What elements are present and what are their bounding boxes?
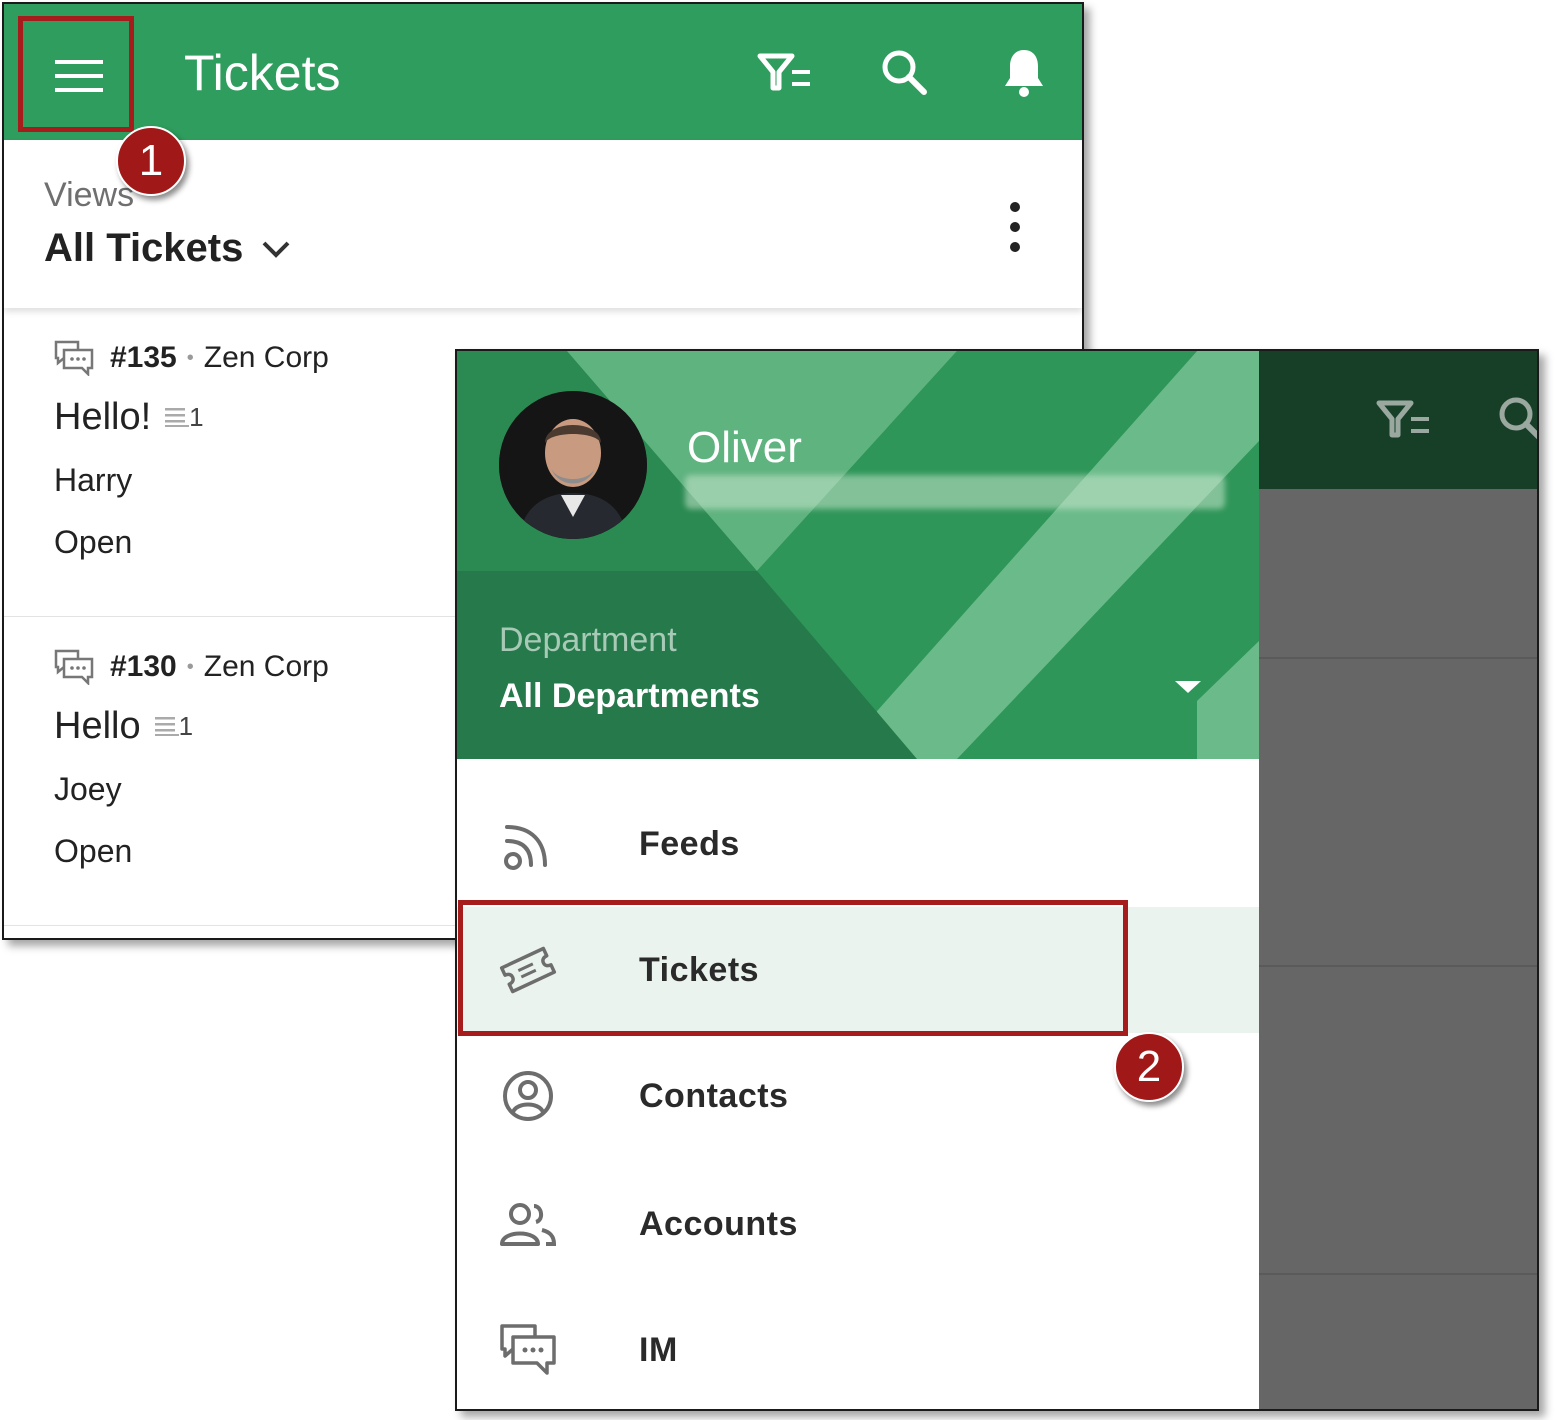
nav-item-feeds[interactable]: Feeds [457, 781, 1259, 907]
nav-label: IM [639, 1330, 678, 1369]
chevron-down-icon [262, 241, 290, 258]
chat-icon [54, 340, 94, 376]
app-bar: Tickets [4, 4, 1082, 140]
ticket-id: #135 [110, 341, 177, 374]
search-button[interactable] [876, 44, 932, 100]
drawer-header: Oliver Department All Departments [457, 351, 1259, 759]
user-name: Oliver [687, 423, 802, 472]
nav-label: Feeds [639, 824, 740, 863]
dimmed-app-bar [1259, 351, 1537, 489]
thread-icon [165, 408, 190, 427]
ticket-contact: Harry [54, 462, 133, 498]
ticket-account: Zen Corp [203, 341, 329, 374]
department-label: Department [499, 621, 677, 659]
nav-label: Accounts [639, 1204, 798, 1243]
nav-item-accounts[interactable]: Accounts [457, 1161, 1259, 1287]
step-1-badge: 1 [116, 126, 186, 196]
search-icon [1499, 397, 1537, 440]
user-photo [499, 391, 647, 539]
thread-count: 1 [189, 402, 204, 432]
ticket-subject: Hello [54, 705, 141, 747]
user-email-redacted [685, 475, 1225, 509]
ticket-subject: Hello! [54, 396, 152, 438]
ticket-status: Open [54, 524, 133, 560]
notifications-button[interactable] [996, 44, 1052, 100]
ticket-id: #130 [110, 650, 177, 683]
filter-button[interactable] [756, 44, 812, 100]
caret-down-icon[interactable] [1173, 677, 1203, 697]
tickets-highlight-box [458, 900, 1128, 1036]
tutorial-canvas: Tickets Views All Tickets #135 • Zen Cor… [0, 0, 1562, 1420]
thread-count: 1 [178, 711, 194, 741]
thread-icon [154, 717, 179, 736]
menu-highlight-box [18, 16, 134, 132]
ticket-status: Open [54, 833, 133, 869]
filter-icon [1376, 400, 1429, 438]
accounts-icon [500, 1203, 556, 1246]
department-dropdown[interactable]: All Departments [499, 677, 760, 716]
page-title: Tickets [184, 45, 341, 101]
nav-label: Contacts [639, 1076, 789, 1115]
views-value: All Tickets [44, 226, 244, 270]
navigation-drawer: Oliver Department All Departments Feeds … [457, 351, 1259, 1409]
views-label: Views [44, 176, 135, 214]
more-options-button[interactable] [1000, 202, 1030, 252]
search-icon [882, 50, 927, 95]
navigation-drawer-screen: Oliver Department All Departments Feeds … [455, 349, 1539, 1411]
step-2-badge: 2 [1114, 1032, 1184, 1102]
ticket-contact: Joey [54, 771, 122, 807]
avatar[interactable] [499, 391, 647, 539]
bell-icon [1005, 50, 1043, 97]
chat-icon [54, 649, 94, 685]
ticket-account: Zen Corp [203, 650, 329, 683]
feeds-icon [504, 825, 547, 870]
views-dropdown[interactable]: All Tickets [44, 226, 291, 271]
more-vert-icon [1010, 202, 1020, 212]
nav-item-im[interactable]: IM [457, 1287, 1259, 1409]
filter-icon [757, 53, 810, 91]
contact-icon [503, 1071, 553, 1121]
chat-icon [500, 1324, 556, 1375]
